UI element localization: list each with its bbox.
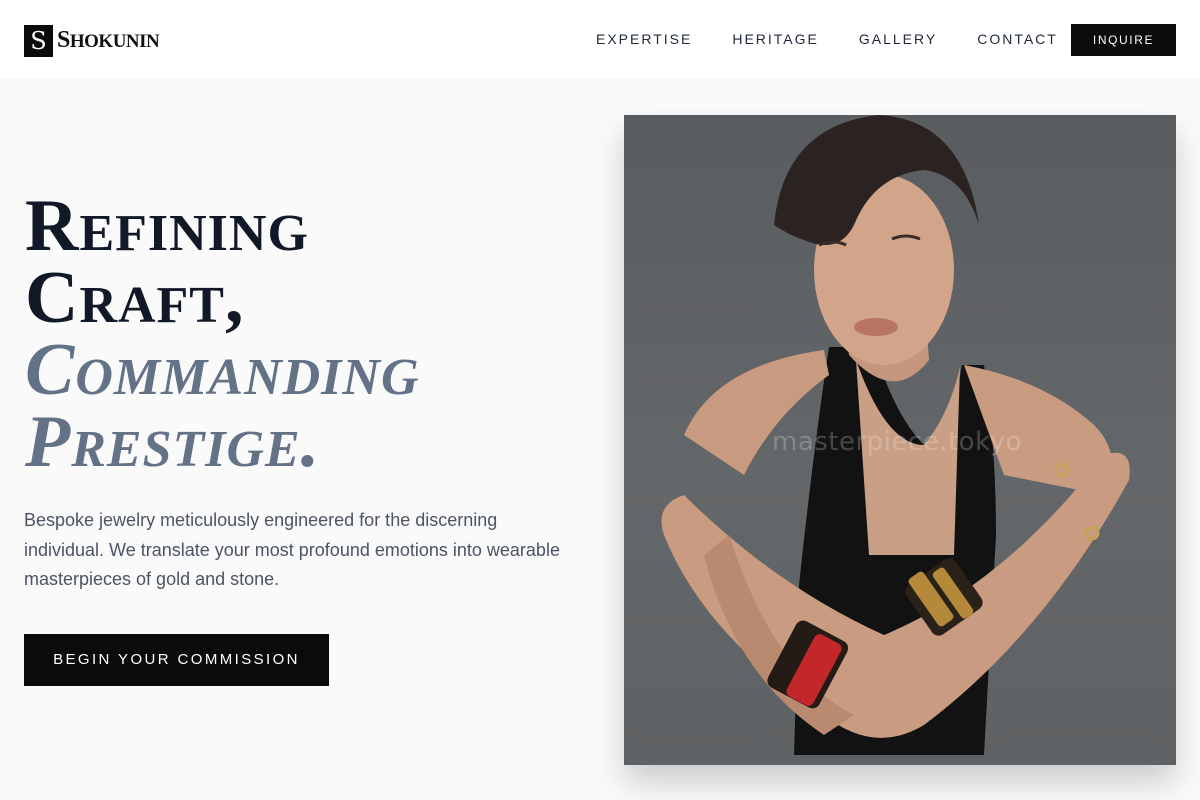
nav-link-gallery[interactable]: GALLERY — [859, 30, 937, 48]
nav-link-contact[interactable]: CONTACT — [977, 30, 1058, 48]
brand-name-initial: S — [57, 27, 70, 53]
hero-title-line-4: Prestige. — [25, 401, 321, 483]
hero-title: Refining Craft, Commanding Prestige. — [25, 185, 420, 483]
hero-title-line-2: Craft, — [25, 257, 245, 339]
hero-title-line-1: Refining — [25, 185, 309, 267]
hero-photo: masterpiece.tokyo — [624, 115, 1176, 765]
nav-link-heritage[interactable]: HERITAGE — [732, 30, 819, 48]
inquire-button[interactable]: INQUIRE — [1071, 24, 1176, 56]
nav-link-expertise[interactable]: EXPERTISE — [596, 30, 692, 48]
main-nav: EXPERTISE HERITAGE GALLERY CONTACT — [596, 30, 1058, 48]
brand-logo[interactable]: S SHOKUNIN — [24, 24, 160, 58]
hero-title-line-3: Commanding — [25, 329, 420, 411]
image-watermark: masterpiece.tokyo — [772, 427, 1022, 457]
begin-commission-button[interactable]: BEGIN YOUR COMMISSION — [24, 634, 329, 686]
hero-description: Bespoke jewelry meticulously engineered … — [24, 510, 560, 589]
site-header: S SHOKUNIN EXPERTISE HERITAGE GALLERY CO… — [0, 0, 1200, 78]
brand-name-rest: HOKUNIN — [69, 31, 160, 52]
brand-name: SHOKUNIN — [57, 24, 160, 58]
logo-mark: S — [24, 25, 53, 57]
